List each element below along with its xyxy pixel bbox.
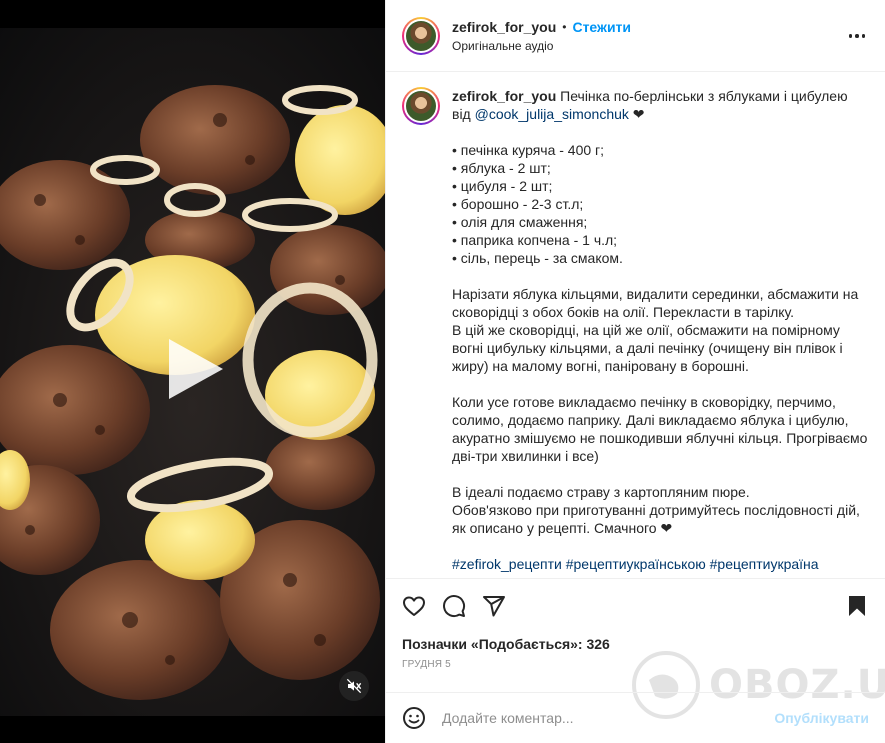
caption-text: zefirok_for_you Печінка по-берлінськи з … (452, 87, 869, 573)
heart-icon (403, 596, 425, 616)
step-paragraph: В цій же сковорідці, на цій же олії, обс… (452, 322, 843, 374)
publish-button[interactable]: Опублікувати (774, 710, 869, 726)
mute-icon (346, 678, 362, 694)
likes-count[interactable]: Позначки «Подобається»: 326 (386, 635, 885, 653)
comment-bar: Опублікувати (386, 692, 885, 743)
ingredient-item: • печінка куряча - 400 г; (452, 142, 605, 158)
play-icon (169, 339, 223, 399)
serve-paragraph: В ідеалі подаємо страву з картопляним пю… (452, 484, 750, 500)
emoji-icon (403, 707, 425, 729)
caption-mention[interactable]: @cook_julija_simonchuk (475, 106, 629, 122)
separator-dot: • (562, 19, 567, 34)
share-icon (483, 596, 505, 617)
like-button[interactable] (402, 594, 426, 618)
serve-paragraph: Обов'язково при приготуванні дотримуйтес… (452, 502, 860, 536)
comment-button[interactable] (442, 594, 466, 618)
ingredient-item: • сіль, перець - за смаком. (452, 250, 623, 266)
post-sidebar: zefirok_for_you • Стежити Оригінальне ау… (385, 0, 885, 743)
comment-icon (443, 595, 466, 618)
ingredient-item: • яблука - 2 шт; (452, 160, 551, 176)
caption-heart: ❤ (632, 106, 645, 122)
caption-area: zefirok_for_you Печінка по-берлінськи з … (386, 73, 885, 578)
comment-input[interactable] (442, 710, 762, 726)
ingredient-item: • паприка копчена - 1 ч.л; (452, 232, 618, 248)
more-options-icon[interactable] (845, 26, 869, 46)
caption-avatar[interactable] (402, 87, 440, 125)
post-media[interactable] (0, 0, 385, 743)
caption-username[interactable]: zefirok_for_you (452, 88, 556, 104)
finish-paragraph: Коли усе готове викладаємо печінку в ско… (452, 394, 868, 464)
share-button[interactable] (482, 594, 506, 618)
ingredient-item: • олія для смаження; (452, 214, 588, 230)
bookmark-icon (849, 596, 865, 616)
hashtags[interactable]: #zefirok_рецепти #рецептиукраїнською #ре… (452, 555, 869, 573)
audio-label[interactable]: Оригінальне аудіо (452, 39, 631, 53)
save-button[interactable] (845, 594, 869, 618)
ingredient-item: • борошно - 2-3 ст.л; (452, 196, 584, 212)
ingredient-item: • цибуля - 2 шт; (452, 178, 553, 194)
post-header: zefirok_for_you • Стежити Оригінальне ау… (386, 0, 885, 72)
username-link[interactable]: zefirok_for_you (452, 19, 556, 35)
mute-button[interactable] (339, 671, 369, 701)
post-date[interactable]: грудня 5 (386, 659, 885, 670)
follow-button[interactable]: Стежити (572, 19, 631, 35)
step-paragraph: Нарізати яблука кільцями, видалити серед… (452, 286, 859, 320)
avatar[interactable] (402, 16, 440, 55)
actions-bar: Позначки «Подобається»: 326 грудня 5 (386, 578, 885, 670)
emoji-button[interactable] (402, 706, 426, 730)
play-button[interactable] (163, 336, 229, 402)
